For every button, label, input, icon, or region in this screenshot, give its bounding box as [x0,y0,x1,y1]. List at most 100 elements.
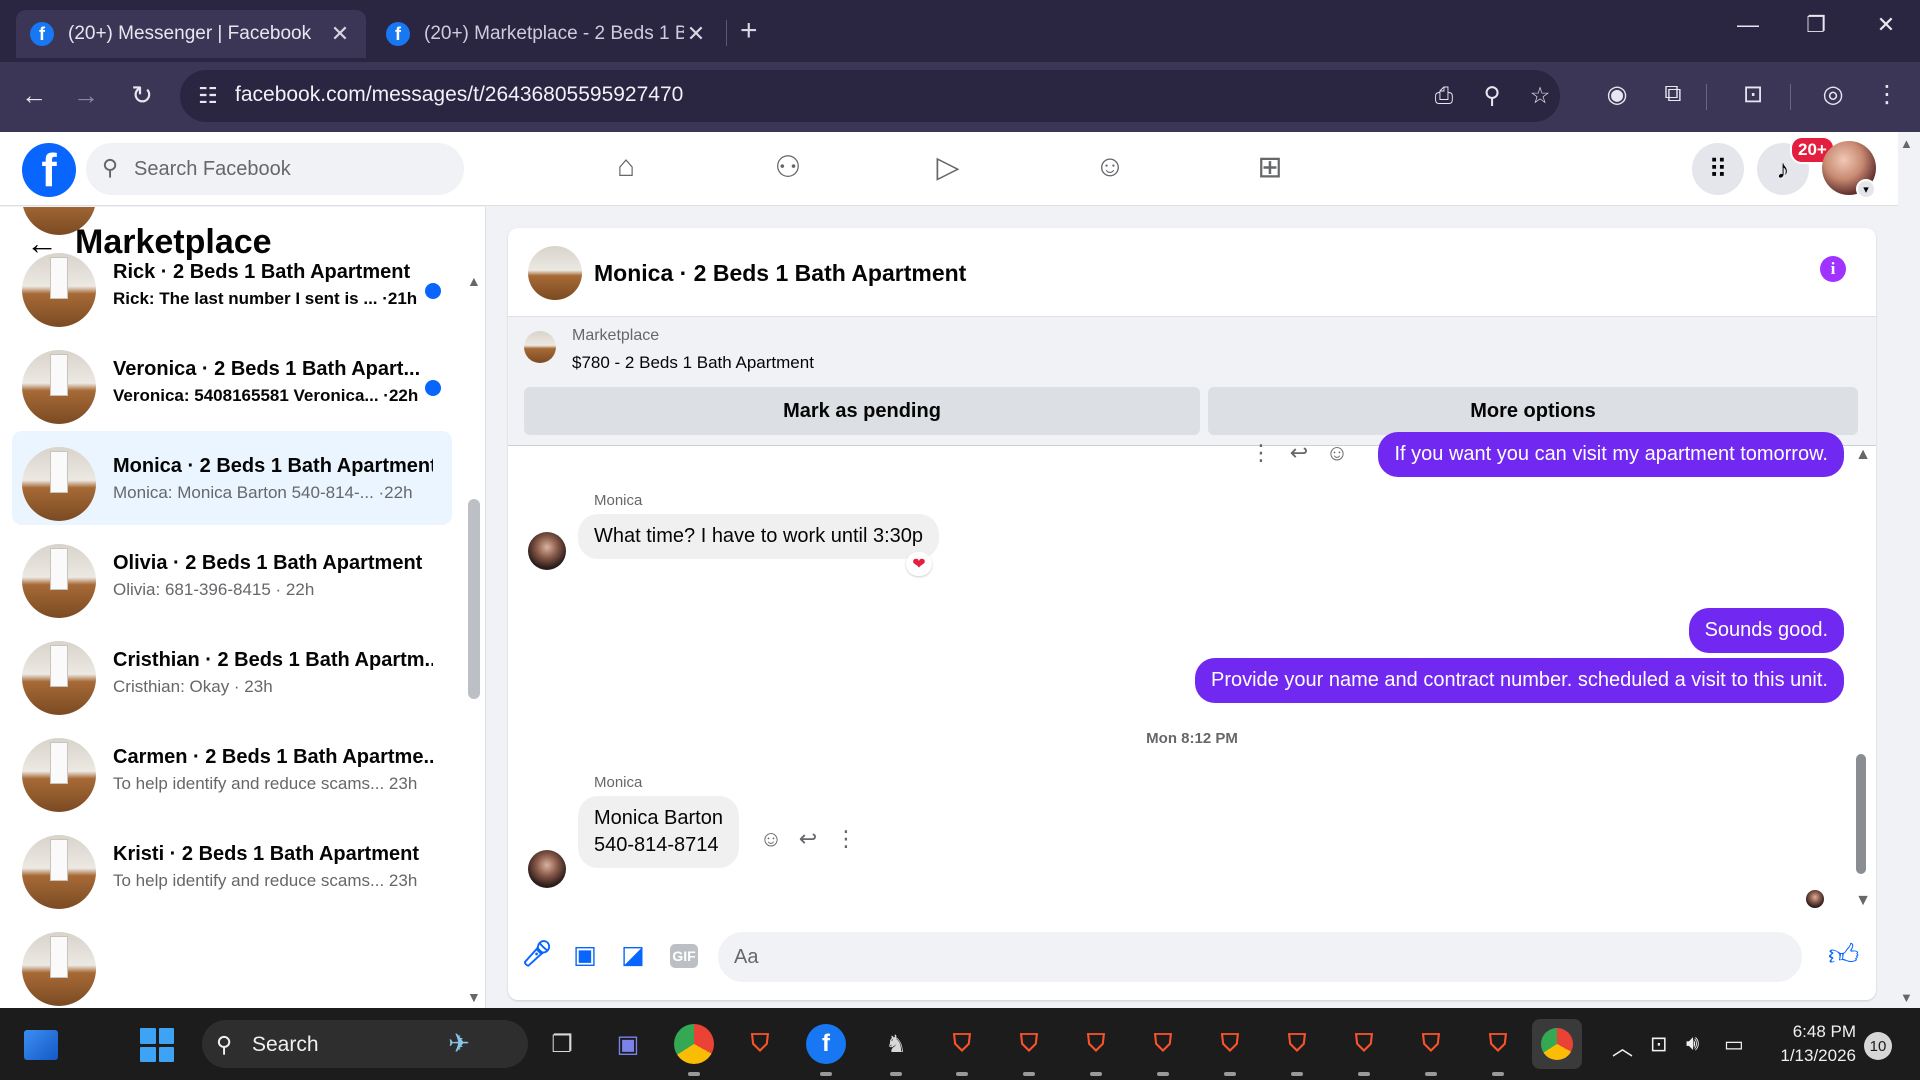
app-icon[interactable]: ♞ [876,1024,916,1076]
message-incoming[interactable]: What time? I have to work until 3:30p [578,514,940,559]
brave-icon[interactable]: ⛉ [740,1024,780,1064]
widgets-icon[interactable] [24,1030,58,1060]
video-icon[interactable]: ▷ [918,150,978,185]
scroll-up-icon[interactable]: ▲ [1848,446,1876,464]
brave-profile-icon[interactable]: ⛉ [1277,1024,1317,1076]
search-input[interactable] [134,153,434,185]
groups-icon[interactable]: ☺ [1080,150,1140,184]
new-tab-icon[interactable]: + [740,14,758,48]
battery-icon[interactable]: ▭ [1724,1032,1744,1057]
conversation-monica[interactable]: Monica · 2 Beds 1 Bath Apartment Monica:… [12,431,452,525]
browser-menu-icon[interactable]: ⋮ [1870,80,1904,109]
forward-icon[interactable]: → [68,80,104,111]
listing-title[interactable]: $780 - 2 Beds 1 Bath Apartment [572,353,814,373]
scroll-down-icon[interactable]: ▼ [467,989,481,1005]
list-item[interactable] [12,207,452,239]
info-icon[interactable]: i [1820,256,1846,282]
gaming-icon[interactable]: ⊞ [1240,150,1300,185]
message-outgoing[interactable]: Provide your name and contract number. s… [1194,658,1844,703]
brave-profile-icon[interactable]: ⛉ [1478,1024,1518,1076]
tab-messenger[interactable]: f (20+) Messenger | Facebook ✕ [16,10,366,58]
reload-icon[interactable]: ↻ [124,80,160,111]
react-icon[interactable]: ☺ [756,826,786,852]
chrome-active-icon[interactable] [1532,1019,1582,1069]
brave-profile-icon[interactable]: ⛉ [1009,1024,1049,1076]
zoom-icon[interactable]: ⚲ [1476,82,1508,109]
mark-as-pending-button[interactable]: Mark as pending [524,387,1200,435]
conversation-cristhian[interactable]: Cristhian · 2 Beds 1 Bath Apartm... Cris… [12,625,452,719]
conversation-rick[interactable]: Rick · 2 Beds 1 Bath Apartment Rick: The… [12,237,452,331]
brave-profile-icon[interactable]: ⛉ [1143,1024,1183,1076]
facebook-search[interactable]: ⚲ [86,143,464,195]
close-window-icon[interactable]: ✕ [1866,12,1906,38]
reply-icon[interactable]: ↩ [793,826,823,852]
page-scroll-down-icon[interactable]: ▼ [1900,990,1913,1005]
teams-icon[interactable]: ▣ [608,1024,648,1064]
react-icon[interactable]: ☺ [1322,440,1352,466]
message-outgoing[interactable]: If you want you can visit my apartment t… [1378,432,1844,477]
reply-icon[interactable]: ↩ [1284,440,1314,466]
brave-profile-icon[interactable]: ⛉ [1344,1024,1384,1076]
system-clock[interactable]: 6:48 PM 1/13/2026 [1766,1020,1856,1068]
restore-icon[interactable]: ❐ [1796,12,1836,38]
conversation-kristi[interactable]: Kristi · 2 Beds 1 Bath Apartment To help… [12,819,452,913]
site-settings-icon[interactable]: ☷ [198,83,218,109]
chrome-icon[interactable] [674,1024,714,1076]
more-options-button[interactable]: More options [1208,387,1858,435]
chevron-down-icon[interactable]: ▾ [1856,179,1876,199]
brave-profile-icon[interactable]: ⛉ [1210,1024,1250,1076]
message-incoming[interactable]: Monica Barton 540-814-8714 [578,796,739,868]
close-tab-icon[interactable]: ✕ [684,21,708,47]
list-item[interactable] [12,916,452,1008]
facebook-logo[interactable]: f [22,143,76,197]
brave-profile-icon[interactable]: ⛉ [942,1024,982,1076]
taskbar-search[interactable]: ⚲ Search ✈ [202,1020,528,1068]
message-input-box[interactable]: ☻ [718,932,1802,982]
photo-icon[interactable]: ▣ [568,940,602,970]
volume-icon[interactable]: 🔊︎ [1686,1032,1699,1056]
more-actions-icon[interactable]: ⋮ [1246,440,1276,466]
chat-title[interactable]: Monica · 2 Beds 1 Bath Apartment [594,260,966,287]
extension-circle-icon[interactable]: ◉ [1600,80,1634,109]
show-hidden-icons-icon[interactable]: ︿ [1612,1032,1633,1062]
bookmark-star-icon[interactable]: ☆ [1524,82,1556,109]
task-view-icon[interactable]: ❐ [542,1024,582,1064]
more-actions-icon[interactable]: ⋮ [831,826,861,852]
scroll-down-icon[interactable]: ▼ [1848,892,1876,910]
page-scroll-up-icon[interactable]: ▲ [1900,136,1913,151]
list-scrollbar[interactable] [468,499,480,699]
scroll-up-icon[interactable]: ▲ [467,273,481,289]
display-icon[interactable]: ⊡ [1650,1032,1668,1057]
conversation-olivia[interactable]: Olivia · 2 Beds 1 Bath Apartment Olivia:… [12,528,452,622]
chat-listing-thumbnail[interactable] [528,246,582,300]
gif-icon[interactable]: GIF [670,944,698,968]
back-icon[interactable]: ← [16,80,52,111]
close-tab-icon[interactable]: ✕ [328,21,352,47]
url-text[interactable]: facebook.com/messages/t/2643680559592747… [235,83,683,107]
facebook-icon[interactable]: f [806,1024,846,1076]
address-bar[interactable]: ☷ facebook.com/messages/t/26436805595927… [180,70,1560,122]
thumbs-up-icon[interactable]: 👍︎ [1828,938,1859,974]
tab-marketplace[interactable]: f (20+) Marketplace - 2 Beds 1 Ba ✕ [372,10,722,58]
menu-grid-icon[interactable]: ⠿ [1692,143,1744,195]
start-menu-icon[interactable] [140,1028,174,1062]
contact-avatar[interactable] [528,532,566,570]
heart-reaction-icon[interactable]: ❤ [906,552,932,576]
microphone-icon[interactable]: 🎤︎ [520,940,554,969]
install-app-icon[interactable]: ⎙ [1428,82,1460,109]
contact-avatar[interactable] [528,850,566,888]
reading-list-icon[interactable]: ⊡ [1736,80,1770,109]
message-input[interactable] [734,942,1734,972]
conversation-carmen[interactable]: Carmen · 2 Beds 1 Bath Apartme... To hel… [12,722,452,816]
friends-icon[interactable]: ⚇ [758,150,818,185]
conversation-veronica[interactable]: Veronica · 2 Beds 1 Bath Apart... Veroni… [12,334,452,428]
home-icon[interactable]: ⌂ [596,150,656,184]
extensions-puzzle-icon[interactable]: ⧉ [1656,80,1690,108]
message-outgoing[interactable]: Sounds good. [1688,608,1844,653]
profile-icon[interactable]: ◎ [1816,80,1850,109]
brave-profile-icon[interactable]: ⛉ [1076,1024,1116,1076]
chat-scrollbar[interactable] [1856,754,1866,874]
sticker-icon[interactable]: ◪ [616,940,650,970]
brave-profile-icon[interactable]: ⛉ [1411,1024,1451,1076]
notification-count-badge[interactable]: 10 [1864,1032,1892,1060]
